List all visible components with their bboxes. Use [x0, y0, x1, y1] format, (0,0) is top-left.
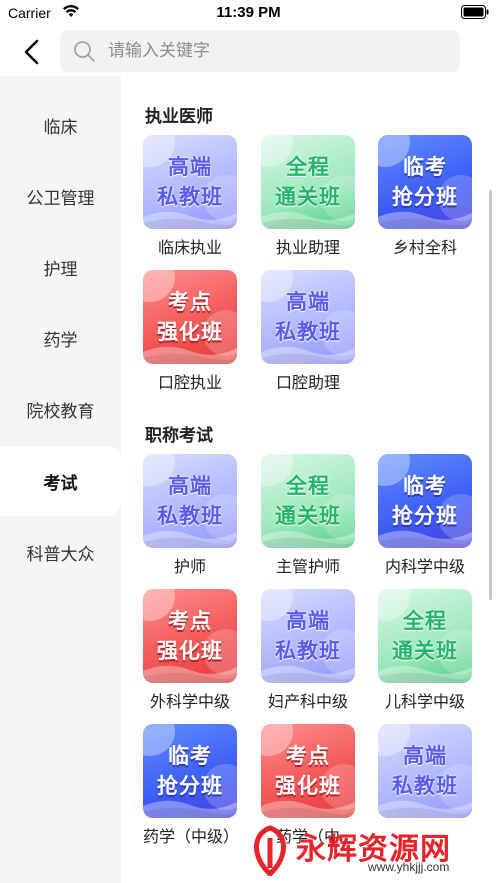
- course-card[interactable]: 考点强化班外科学中级: [143, 589, 239, 713]
- thumbnail-line1: 临考: [403, 155, 447, 179]
- course-thumbnail: 高端 私教班: [261, 270, 355, 364]
- course-card[interactable]: 高端 私教班 护师: [143, 454, 239, 578]
- course-card-label: 儿科学中级: [384, 692, 465, 711]
- sidebar-item-exam[interactable]: 考试: [0, 446, 121, 516]
- course-card[interactable]: 临考抢分班药学（中级）: [143, 724, 239, 848]
- sidebar-item-clinical[interactable]: 临床: [0, 90, 121, 160]
- sidebar-item-school-education[interactable]: 院校教育: [0, 374, 121, 444]
- course-card[interactable]: 高端 私教班: [378, 724, 474, 826]
- course-card[interactable]: 临考 抢分班 乡村全科: [378, 135, 474, 259]
- course-card-label: 外科学中级: [149, 692, 230, 711]
- section-title: 职称考试: [145, 426, 213, 446]
- course-thumbnail: 全程 通关班: [261, 454, 355, 548]
- course-card-label: 妇产科中级: [267, 692, 348, 711]
- sidebar-item-popular-science[interactable]: 科普大众: [0, 517, 121, 587]
- chevron-left-icon: [24, 39, 39, 65]
- thumbnail-line1: 高端: [286, 290, 330, 314]
- thumbnail-line1: 高端: [403, 744, 447, 768]
- thumbnail-line1: 临考: [168, 744, 212, 768]
- course-card-label: 执业助理: [275, 238, 340, 257]
- thumbnail-line1: 高端: [168, 155, 212, 179]
- course-card-label: 内科学中级: [384, 557, 465, 576]
- search-icon: [74, 41, 95, 62]
- course-thumbnail: 全程 通关班: [261, 135, 355, 229]
- course-thumbnail: 高端 私教班: [143, 454, 237, 548]
- course-card-label: 主管护师: [275, 557, 340, 576]
- course-card[interactable]: 全程 通关班 主管护师: [261, 454, 357, 578]
- sidebar-item-label: 科普大众: [26, 544, 95, 565]
- course-thumbnail: 全程 通关班: [378, 589, 472, 683]
- course-thumbnail: 高端 私教班: [261, 589, 355, 683]
- search-input[interactable]: [108, 30, 448, 72]
- search-header: [0, 28, 497, 76]
- course-thumbnail: 考点 强化班: [261, 724, 355, 818]
- sidebar-item-label: 院校教育: [26, 401, 95, 422]
- thumbnail-line1: 考点: [168, 609, 212, 633]
- thumbnail-line2: 私教班: [275, 320, 341, 344]
- scrollbar[interactable]: [489, 190, 492, 600]
- course-card[interactable]: 高端私教班妇产科中级: [261, 589, 357, 713]
- thumbnail-line1: 高端: [286, 609, 330, 633]
- thumbnail-line1: 高端: [168, 474, 212, 498]
- thumbnail-line1: 全程: [286, 155, 330, 179]
- course-card[interactable]: 考点 强化班 口腔执业: [143, 270, 239, 394]
- thumbnail-line1: 考点: [286, 744, 330, 768]
- course-card-label: 临床执业: [157, 238, 222, 257]
- sidebar-item-nursing[interactable]: 护理: [0, 232, 121, 302]
- thumbnail-line2: 强化班: [157, 320, 223, 344]
- course-card[interactable]: 全程通关班儿科学中级: [378, 589, 474, 713]
- course-card[interactable]: 临考抢分班内科学中级: [378, 454, 474, 578]
- search-box[interactable]: [60, 30, 460, 72]
- thumbnail-line1: 临考: [403, 474, 447, 498]
- course-card[interactable]: 高端 私教班 口腔助理: [261, 270, 357, 394]
- thumbnail-line2: 私教班: [392, 774, 458, 798]
- watermark: 永辉资源网 www.yhkjjj.com: [248, 822, 488, 880]
- course-card-label: 口腔助理: [275, 373, 340, 392]
- thumbnail-line2: 通关班: [275, 504, 341, 528]
- section-title: 执业医师: [145, 107, 213, 127]
- status-time: 11:39 PM: [216, 4, 281, 21]
- thumbnail-line2: 私教班: [157, 185, 223, 209]
- course-list: 执业医师 职称考试 高端 私教班 临床执业 全程 通关班 执业助理 临考 抢分班 乡村全科 考点强…: [121, 90, 497, 883]
- course-card-label: 护师: [173, 557, 206, 576]
- sidebar-item-label: 护理: [43, 259, 78, 280]
- course-thumbnail: 考点 强化班: [143, 270, 237, 364]
- course-card-label: 口腔执业: [157, 373, 222, 392]
- course-thumbnail: 高端 私教班: [378, 724, 472, 818]
- sidebar-item-public-health[interactable]: 公卫管理: [0, 161, 121, 231]
- category-sidebar: 临床 公卫管理 护理 药学 院校教育 考试 科普大众: [0, 76, 121, 883]
- thumbnail-line2: 私教班: [157, 504, 223, 528]
- course-thumbnail: 临考 抢分班: [143, 724, 237, 818]
- thumbnail-line2: 抢分班: [392, 185, 458, 209]
- sidebar-item-label: 公卫管理: [26, 188, 95, 209]
- battery-icon: [461, 5, 489, 19]
- thumbnail-line1: 全程: [286, 474, 330, 498]
- sidebar-item-label: 临床: [43, 117, 78, 138]
- thumbnail-line2: 抢分班: [392, 504, 458, 528]
- course-card-label: 药学（中级）: [143, 827, 240, 846]
- thumbnail-line2: 强化班: [275, 774, 341, 798]
- thumbnail-line1: 全程: [403, 609, 447, 633]
- sidebar-item-label: 药学: [43, 330, 78, 351]
- thumbnail-line2: 私教班: [275, 639, 341, 663]
- course-thumbnail: 考点 强化班: [143, 589, 237, 683]
- back-button[interactable]: [14, 34, 50, 70]
- watermark-url: www.yhkjjj.com: [368, 860, 450, 874]
- sidebar-item-pharmacy[interactable]: 药学: [0, 303, 121, 373]
- course-thumbnail: 临考 抢分班: [378, 135, 472, 229]
- thumbnail-line2: 抢分班: [157, 774, 223, 798]
- course-card[interactable]: 全程 通关班 执业助理: [261, 135, 357, 259]
- thumbnail-line2: 通关班: [392, 639, 458, 663]
- thumbnail-line1: 考点: [168, 290, 212, 314]
- watermark-logo-icon: [254, 825, 286, 876]
- thumbnail-line2: 通关班: [275, 185, 341, 209]
- course-card-label: 乡村全科: [392, 238, 457, 257]
- course-thumbnail: 临考 抢分班: [378, 454, 472, 548]
- status-bar: Carrier 11:39 PM: [0, 0, 497, 28]
- thumbnail-line2: 强化班: [157, 639, 223, 663]
- sidebar-item-label: 考试: [43, 473, 78, 494]
- course-thumbnail: 高端 私教班: [143, 135, 237, 229]
- course-card[interactable]: 高端 私教班 临床执业: [143, 135, 239, 259]
